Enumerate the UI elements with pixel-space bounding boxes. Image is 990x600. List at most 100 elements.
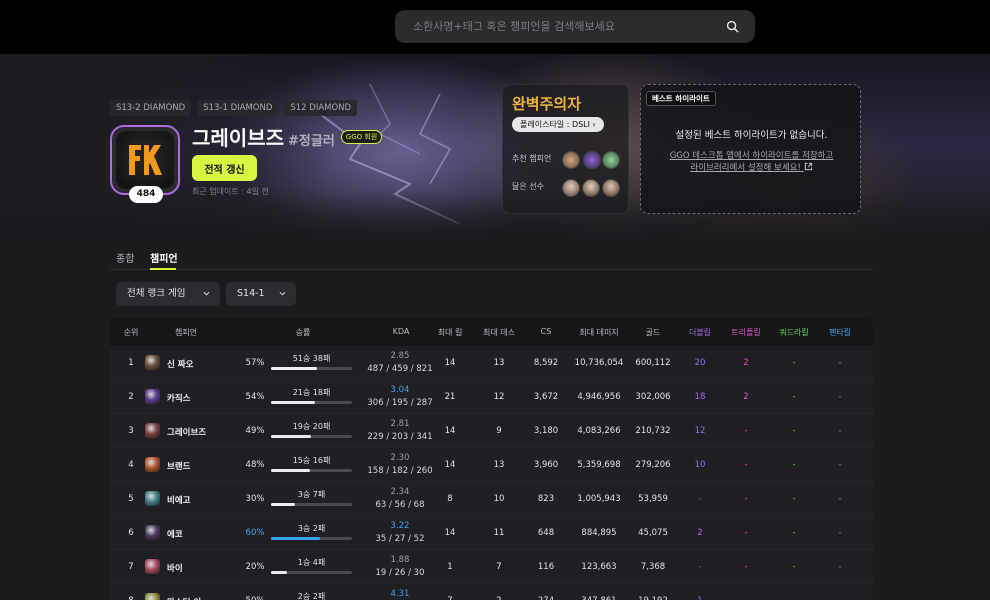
header-max-deaths: 최대 데스 [483,328,515,337]
max-kills-cell: 8 [447,494,453,504]
table-row[interactable]: 1 신 짜오 57% 51승 38패 2.85 487 / 459 / 821 14 13 8,… [110,346,873,380]
kda-ratio: 2.81 [390,419,410,429]
refresh-button[interactable]: 전적 갱신 [192,155,257,181]
table-row[interactable]: 4 브랜드 48% 15승 16패 2.30 158 / 182 / 260 14 13 3,9… [110,448,873,482]
kda-ratio: 4.31 [390,589,410,599]
champion-portrait-icon[interactable] [145,423,160,438]
max-damage-cell: 5,359,698 [577,460,621,470]
max-deaths-cell: 10 [493,494,505,504]
champion-name[interactable]: 카직스 [167,392,190,404]
highlight-setup-link[interactable]: GGO 데스크톱 앱에서 하이라이트를 저장하고 라이브러리에서 설정해 보세요… [661,150,842,174]
search-icon[interactable] [726,20,739,33]
table-row[interactable]: 6 에코 60% 3승 2패 3.22 35 / 27 / 52 14 11 648 884,89… [110,516,873,550]
double-kill-cell: 2 [697,528,703,538]
table-row[interactable]: 8 마스터 이 50% 2승 2패 4.31 7 2 274 347,861 19,192 1 - - - [110,584,873,600]
winrate-bar [271,571,352,574]
gold-cell: 302,006 [635,392,671,402]
header-penta-kill: 펜타킬 [828,328,852,337]
search-box[interactable] [395,10,755,43]
similar-players-label: 닮은 선수 [512,182,544,191]
table-row[interactable]: 2 카직스 54% 21승 18패 3.04 306 / 195 / 287 21 12 3,6… [110,380,873,414]
tab-champions[interactable]: 챔피언 [150,250,178,265]
max-deaths-cell: 13 [493,358,505,368]
quadra-kill-cell: - [792,562,796,572]
penta-kill-cell: - [838,494,842,504]
penta-kill-cell: - [838,562,842,572]
search-input[interactable] [413,10,713,43]
quadra-kill-cell: - [792,358,796,368]
max-kills-cell: 14 [444,426,456,436]
champion-portrait-icon[interactable] [145,491,160,506]
header-max-damage: 최대 데미지 [579,328,619,337]
gold-cell: 19,192 [638,596,668,600]
header-double-kill: 더블킬 [688,328,712,337]
player-avatar[interactable] [582,179,600,197]
champion-avatar[interactable] [583,151,601,169]
cs-cell: 8,592 [533,358,559,368]
champion-avatar[interactable] [602,151,620,169]
champion-portrait-icon[interactable] [145,389,160,404]
champion-portrait-icon[interactable] [145,593,160,600]
kda-ratio: 1.88 [390,555,410,565]
winrate-cell: 30% [245,494,265,504]
kda-ratio: 2.85 [390,351,410,361]
champion-portrait-icon[interactable] [145,559,160,574]
double-kill-cell: - [698,562,702,572]
champion-name[interactable]: 바이 [167,562,183,574]
winrate-bar-fill [271,469,310,472]
champion-name[interactable]: 신 짜오 [167,358,193,370]
tab-overview[interactable]: 종합 [116,250,134,265]
queue-type-dropdown[interactable]: 전체 랭크 게임 [116,282,220,306]
champion-avatar[interactable] [562,151,580,169]
win-loss-record: 51승 38패 [292,354,331,363]
season-tag: S13-2 DIAMOND [110,100,192,116]
win-loss-record: 1승 4패 [297,558,326,567]
cs-cell: 274 [538,596,554,600]
rank-cell: 7 [128,562,134,572]
winrate-cell: 48% [245,460,265,470]
player-avatar[interactable] [602,179,620,197]
triple-kill-cell: - [744,460,748,470]
playstyle-pill[interactable]: 플레이스타일 : DSLI › [512,117,604,132]
kda-ratio: 2.30 [390,453,410,463]
max-deaths-cell: 12 [493,392,505,402]
champion-portrait-icon[interactable] [145,525,160,540]
cs-cell: 3,960 [533,460,559,470]
champion-name[interactable]: 마스터 이 [167,596,201,600]
cs-cell: 3,180 [533,426,559,436]
best-highlight-card: 베스트 하이라이트 설정된 베스트 하이라이트가 없습니다. GGO 데스크톱 … [640,84,861,214]
max-deaths-cell: 7 [496,562,502,572]
triple-kill-cell: - [744,494,748,504]
champion-name[interactable]: 비에고 [167,494,190,506]
kda-detail: 19 / 26 / 30 [375,568,425,578]
table-row[interactable]: 5 비에고 30% 3승 7패 2.34 63 / 56 / 68 8 10 823 1,005,… [110,482,873,516]
table-row[interactable]: 7 바이 20% 1승 4패 1.88 19 / 26 / 30 1 7 116 123,663 7… [110,550,873,584]
kda-detail: 487 / 459 / 821 [367,364,433,374]
win-loss-record: 15승 16패 [292,456,331,465]
champion-name[interactable]: 에코 [167,528,183,540]
champion-stats-table: 순위 챔피언 승률 KDA 최대 킬 최대 데스 CS 최대 데미지 골드 더블… [110,318,873,600]
champion-portrait-icon[interactable] [145,355,160,370]
winrate-bar-fill [271,503,296,506]
max-damage-cell: 347,861 [581,596,616,600]
triple-kill-cell: - [744,426,748,436]
champion-name[interactable]: 그레이브즈 [167,426,206,438]
max-kills-cell: 14 [444,460,456,470]
winrate-bar [271,503,352,506]
triple-kill-cell: 2 [743,392,749,402]
last-updated-text: 최근 업데이트 : 4일 전 [192,187,269,196]
champion-name[interactable]: 브랜드 [167,460,190,472]
champion-portrait-icon[interactable] [145,457,160,472]
season-tag: S12 DIAMOND [284,100,358,116]
penta-kill-cell: - [838,392,842,402]
season-dropdown[interactable]: S14-1 [226,282,296,306]
gold-cell: 7,368 [640,562,666,572]
player-avatar[interactable] [562,179,580,197]
highlight-link-line2: 라이브러리에서 설정해 보세요! [690,163,801,173]
kda-ratio: 3.22 [390,521,410,531]
winrate-cell: 54% [245,392,265,402]
summoner-tag: #정글러 [288,134,335,149]
gold-cell: 279,206 [635,460,671,470]
table-row[interactable]: 3 그레이브즈 49% 19승 20패 2.81 229 / 203 / 341 14 9 3,… [110,414,873,448]
max-deaths-cell: 9 [496,426,502,436]
